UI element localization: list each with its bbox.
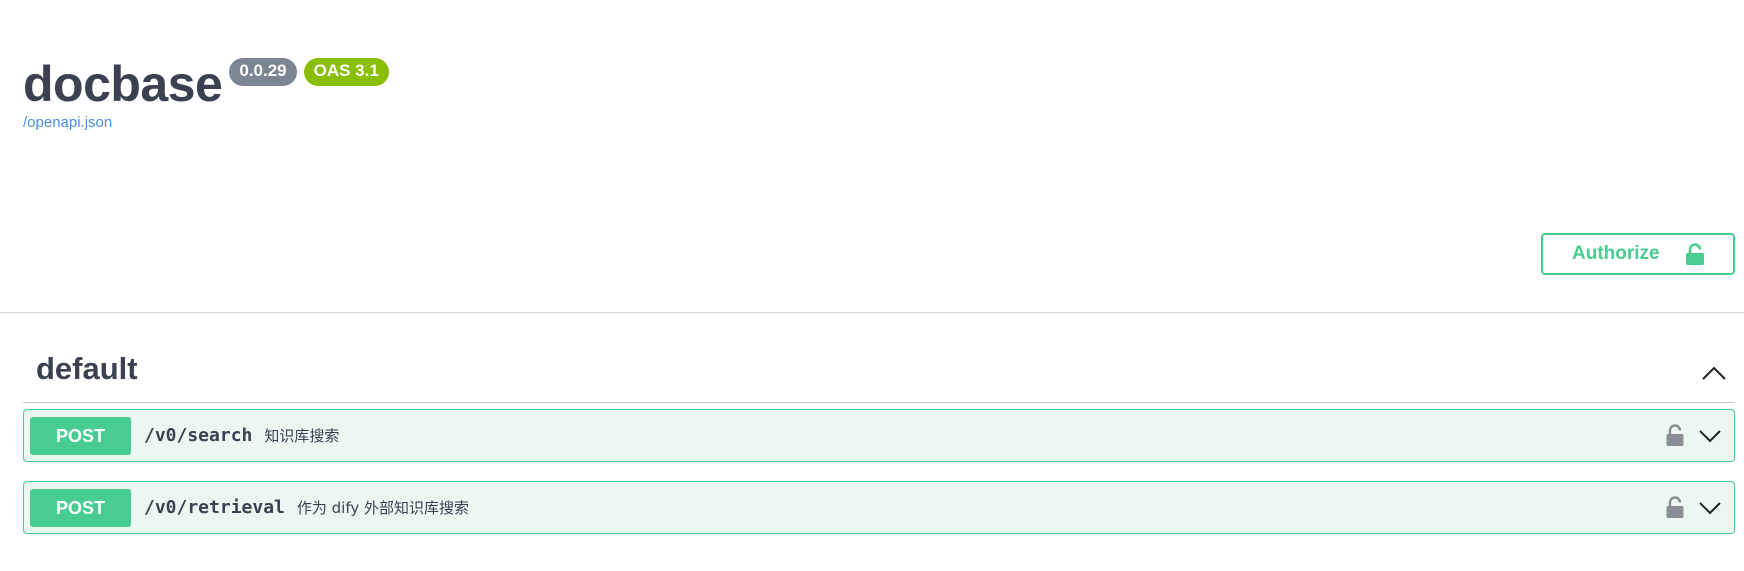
method-badge: POST — [30, 489, 131, 527]
api-title: docbase — [23, 56, 223, 112]
tag-section-default: default POST /v0/search 知识库搜索 POST /v0/re… — [23, 345, 1735, 534]
unlocked-lock-icon — [1685, 243, 1705, 271]
chevron-down-icon[interactable] — [1698, 496, 1722, 525]
authorize-label: Authorize — [1572, 243, 1660, 264]
lock-icon[interactable] — [1666, 424, 1684, 451]
chevron-down-icon[interactable] — [1698, 424, 1722, 453]
oas-badge: OAS 3.1 — [303, 58, 389, 86]
openapi-json-link[interactable]: /openapi.json — [23, 114, 112, 131]
method-badge: POST — [30, 417, 131, 455]
operation-path: /v0/retrieval 作为 dify 外部知识库搜索 — [144, 495, 469, 521]
operation-summary: 知识库搜索 — [264, 427, 340, 445]
api-info: docbase 0.0.29 OAS 3.1 /openapi.json Aut… — [0, 0, 1744, 312]
title-row: docbase 0.0.29 OAS 3.1 — [23, 56, 389, 112]
authorize-button[interactable]: Authorize — [1541, 233, 1735, 275]
operation-path: /v0/search 知识库搜索 — [144, 423, 339, 449]
chevron-up-icon[interactable] — [1701, 360, 1727, 386]
tag-name: default — [36, 351, 138, 386]
lock-icon[interactable] — [1666, 496, 1684, 523]
path-text: /v0/retrieval — [144, 497, 285, 518]
operation-post-search[interactable]: POST /v0/search 知识库搜索 — [23, 409, 1735, 462]
operation-post-retrieval[interactable]: POST /v0/retrieval 作为 dify 外部知识库搜索 — [23, 481, 1735, 534]
tag-header[interactable]: default — [23, 345, 1735, 403]
path-text: /v0/search — [144, 425, 253, 446]
version-badge: 0.0.29 — [229, 58, 297, 86]
section-divider — [0, 312, 1744, 313]
operation-summary: 作为 dify 外部知识库搜索 — [296, 499, 470, 517]
